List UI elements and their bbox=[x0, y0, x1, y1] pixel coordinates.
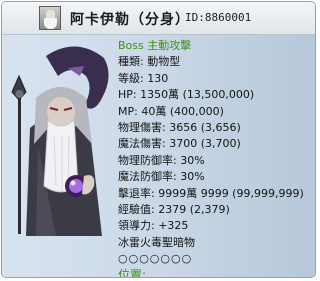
stat-category: 種類: 動物型 bbox=[118, 55, 181, 69]
stat-level: 等級: 130 bbox=[118, 71, 169, 85]
akayile-boss-art bbox=[11, 46, 109, 236]
stat-magic-defense: 魔法防御率: 30% bbox=[118, 170, 205, 184]
stat-physical-defense: 物理防御率: 30% bbox=[118, 153, 205, 167]
element-labels: 冰雷火毒聖暗物 bbox=[118, 235, 195, 249]
stat-mp: MP: 40萬 (400,000) bbox=[118, 104, 224, 118]
stat-hp: HP: 1350萬 (13,500,000) bbox=[118, 88, 255, 102]
boss-type-label: Boss 主動攻擊 bbox=[118, 39, 192, 52]
boss-info-window: 阿卡伊勒（分身） ID:8860001 Boss 主動攻擊 種類: 動物型 等級… bbox=[1, 1, 316, 278]
window-header: 阿卡伊勒（分身） ID:8860001 bbox=[2, 2, 315, 35]
stat-experience: 經驗值: 2379 (2,379) bbox=[118, 202, 230, 216]
boss-portrait-icon bbox=[39, 6, 61, 30]
element-resistance-row: ○○○○○○○ bbox=[118, 252, 193, 266]
boss-id: ID:8860001 bbox=[185, 11, 252, 24]
stat-magic-damage: 魔法傷害: 3700 (3,700) bbox=[118, 137, 241, 151]
stat-leadership: 領導力: +325 bbox=[118, 219, 189, 233]
stat-knockback: 擊退率: 9999萬 9999 (99,999,999) bbox=[118, 186, 304, 200]
location-label: 位置: bbox=[118, 268, 147, 278]
boss-name: 阿卡伊勒（分身） bbox=[70, 12, 190, 28]
stat-physical-damage: 物理傷害: 3656 (3,656) bbox=[118, 120, 241, 134]
boss-stats-panel: Boss 主動攻擊 種類: 動物型 等級: 130 HP: 1350萬 (13,… bbox=[118, 38, 314, 278]
